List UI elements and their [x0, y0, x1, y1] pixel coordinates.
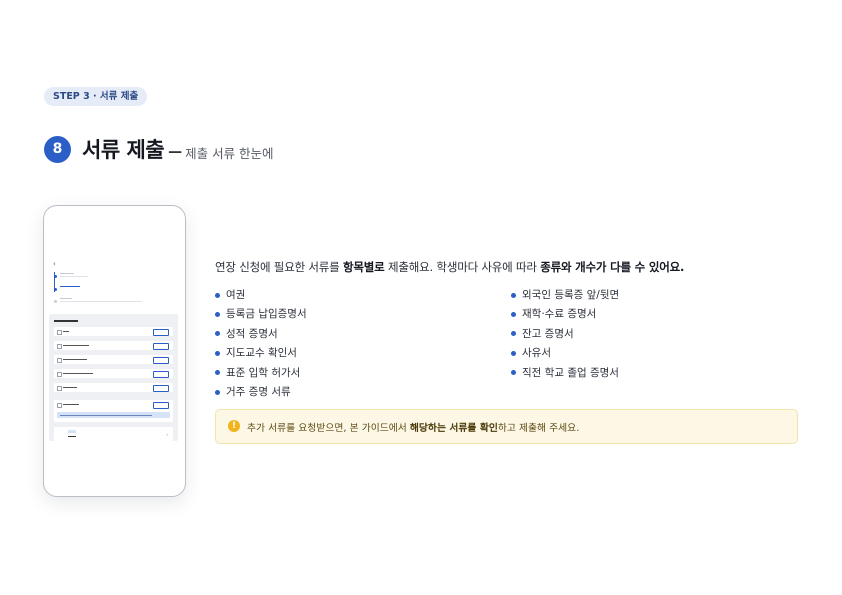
document-item: 잔고 증명서 [511, 325, 619, 344]
document-item: 재학·수료 증명서 [511, 305, 619, 324]
stepper [54, 271, 175, 308]
document-list-left: 여권 등록금 납입증명서 성적 증명서 지도교수 확인서 표준 입학 허가서 거… [215, 286, 307, 402]
document-item: 사유서 [511, 344, 619, 363]
document-checklist-panel: › [49, 314, 178, 443]
checklist-row [54, 369, 173, 378]
checklist-row [54, 355, 173, 364]
document-item: 지도교수 확인서 [215, 344, 307, 363]
stepper-step [54, 286, 175, 296]
back-chevron-icon: ‹ [53, 260, 56, 268]
checklist-row [54, 327, 173, 336]
alert-icon: ! [228, 420, 240, 432]
document-item: 거주 증명 서류 [215, 383, 307, 402]
document-item: 여권 [215, 286, 307, 305]
phone-mockup: ‹ › [43, 205, 186, 497]
document-list-right: 외국인 등록증 앞/뒷면 재학·수료 증명서 잔고 증명서 사유서 직전 학교 … [511, 286, 619, 383]
checklist-row [54, 341, 173, 350]
intro-text: 연장 신청에 필요한 서류를 항목별로 제출해요. 학생마다 사유에 따라 종류… [215, 260, 685, 274]
page-title: 서류 제출 [82, 138, 165, 162]
document-item: 성적 증명서 [215, 325, 307, 344]
step-number-badge: 8 [44, 135, 71, 163]
stepper-step [54, 273, 175, 283]
notice-text: 추가 서류를 요청받으면, 본 가이드에서 해당하는 서류를 확인하고 제출해 … [247, 423, 580, 434]
checklist-row [54, 400, 173, 422]
page-subtitle: 제출 서류 한눈에 [185, 145, 274, 161]
document-item: 직전 학교 졸업 증명서 [511, 364, 619, 383]
notice-box: ! 추가 서류를 요청받으면, 본 가이드에서 해당하는 서류를 확인하고 제출… [215, 409, 798, 444]
checklist-note [57, 412, 170, 418]
checklist-row [54, 383, 173, 392]
stepper-step [54, 298, 175, 308]
document-item: 등록금 납입증명서 [215, 305, 307, 324]
document-item: 외국인 등록증 앞/뒷면 [511, 286, 619, 305]
step-pill: STEP 3 · 서류 제출 [44, 87, 148, 106]
panel-title-bar [54, 320, 78, 322]
reason-select: › [54, 427, 173, 443]
document-item: 표준 입학 허가서 [215, 364, 307, 383]
title-dash: — [168, 144, 183, 160]
section-header: 8 서류 제출 — 제출 서류 한눈에 [44, 135, 274, 163]
